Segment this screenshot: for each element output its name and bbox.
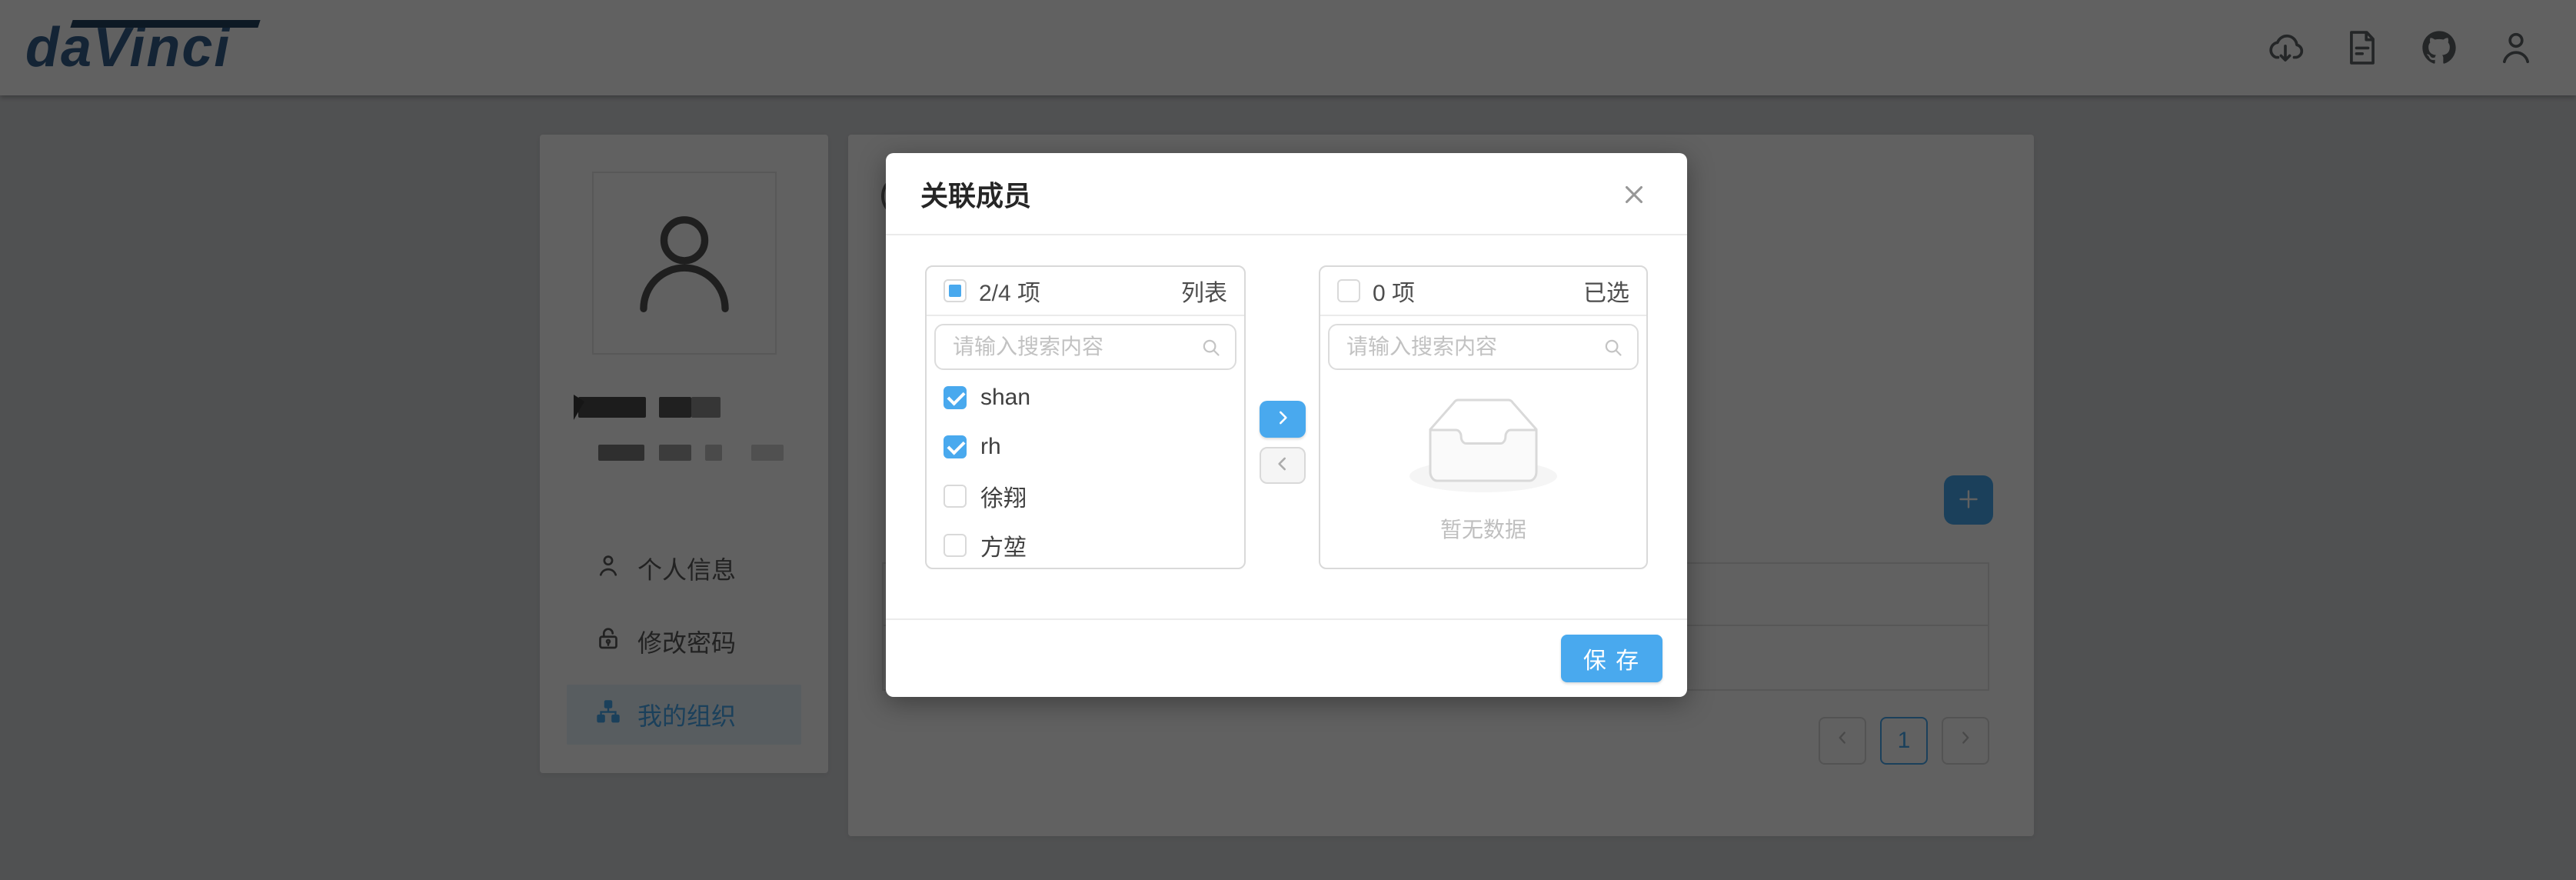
save-button[interactable]: 保 存 (1561, 635, 1662, 682)
selected-count: 2/4 项 (979, 274, 1040, 308)
target-search (1320, 316, 1646, 373)
item-checkbox[interactable] (944, 435, 967, 458)
app-root: daVinci (0, 0, 2576, 880)
empty-text: 暂无数据 (1440, 513, 1526, 544)
selected-count: 0 项 (1373, 274, 1415, 308)
transfer-target-header: 0 项 已选 (1320, 267, 1646, 316)
modal-header: 关联成员 (886, 153, 1687, 235)
list-item[interactable]: rh (927, 422, 1244, 472)
transfer-source-list: 2/4 项 列表 shan rh (925, 265, 1246, 569)
item-checkbox[interactable] (944, 485, 967, 508)
source-search-input[interactable] (934, 324, 1236, 370)
select-all-checkbox[interactable] (944, 279, 967, 302)
item-label: shan (980, 385, 1030, 411)
chevron-right-icon (1273, 408, 1293, 430)
empty-state: 暂无数据 (1320, 373, 1646, 568)
close-icon[interactable] (1607, 153, 1661, 235)
associate-members-modal: 关联成员 2/4 项 列表 shan (886, 153, 1687, 697)
list-title: 已选 (1583, 274, 1629, 308)
empty-inbox-icon (1409, 398, 1557, 496)
list-item[interactable]: 方堃 (927, 521, 1244, 568)
item-checkbox[interactable] (944, 386, 967, 409)
move-left-button[interactable] (1260, 447, 1306, 484)
item-label: 方堃 (980, 528, 1027, 562)
list-item[interactable]: shan (927, 373, 1244, 422)
item-label: 徐翔 (980, 479, 1027, 513)
item-label: rh (980, 434, 1001, 460)
move-right-button[interactable] (1260, 401, 1306, 438)
chevron-left-icon (1273, 454, 1293, 476)
source-search (927, 316, 1244, 373)
transfer-source-header: 2/4 项 列表 (927, 267, 1244, 316)
transfer-source-items: shan rh 徐翔 方堃 (927, 373, 1244, 568)
select-all-checkbox[interactable] (1337, 279, 1360, 302)
list-item[interactable]: 徐翔 (927, 472, 1244, 521)
modal-title: 关联成员 (920, 174, 1031, 214)
transfer-operations (1246, 265, 1319, 618)
modal-body: 2/4 项 列表 shan rh (886, 235, 1687, 618)
modal-footer: 保 存 (886, 618, 1687, 697)
target-search-input[interactable] (1328, 324, 1639, 370)
item-checkbox[interactable] (944, 534, 967, 557)
list-title: 列表 (1181, 274, 1227, 308)
transfer-target-list: 0 项 已选 (1319, 265, 1648, 569)
